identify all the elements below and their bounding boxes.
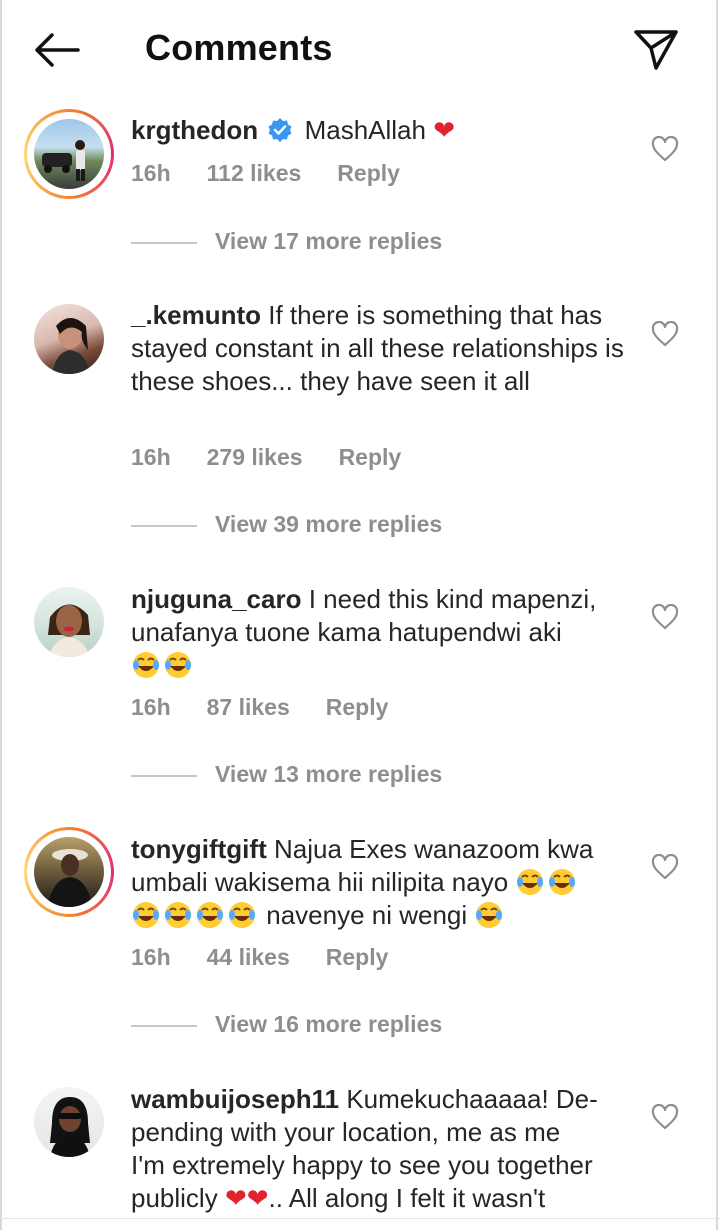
comment-username[interactable]: krgthedon xyxy=(131,115,258,145)
comment-time: 16h xyxy=(131,160,171,186)
heart-outline-icon[interactable] xyxy=(651,854,679,880)
verified-badge-icon xyxy=(268,118,292,142)
view-replies-label[interactable]: View 17 more replies xyxy=(215,228,442,255)
comment-text: Kumekuchaaaaa! De- xyxy=(346,1084,598,1114)
tears-of-joy-emoji-icon xyxy=(197,902,223,928)
header: Comments xyxy=(0,0,720,98)
page-title: Comments xyxy=(145,27,333,68)
comment-username[interactable]: njuguna_caro xyxy=(131,584,301,614)
comment-time: 16h xyxy=(131,944,171,970)
reply-button[interactable]: Reply xyxy=(339,444,402,470)
heart-emoji-icon: ❤ xyxy=(433,115,456,145)
avatar xyxy=(34,837,104,907)
view-replies-label[interactable]: View 39 more replies xyxy=(215,511,442,538)
heart-emoji-icon: ❤ xyxy=(224,1183,247,1213)
comment-text-continued: navenye ni wengi xyxy=(266,900,468,930)
comment-likes[interactable]: 44 likes xyxy=(207,944,290,970)
heart-outline-icon[interactable] xyxy=(651,1104,679,1130)
comment-text: pending with your location, me as me xyxy=(131,1117,561,1147)
divider-line xyxy=(131,775,197,777)
avatar[interactable] xyxy=(34,1087,104,1157)
comment-text: publicly xyxy=(131,1183,218,1213)
heart-outline-icon[interactable] xyxy=(651,604,679,630)
reply-button[interactable]: Reply xyxy=(337,160,400,186)
reply-button[interactable]: Reply xyxy=(326,694,389,720)
avatar[interactable] xyxy=(34,587,104,657)
comment-time: 16h xyxy=(131,444,171,470)
comment-likes[interactable]: 112 likes xyxy=(207,160,302,186)
avatar[interactable] xyxy=(34,304,104,374)
reply-button[interactable]: Reply xyxy=(326,944,389,970)
tears-of-joy-emoji-icon xyxy=(517,869,544,895)
view-replies-label[interactable]: View 13 more replies xyxy=(215,761,442,788)
comment-username[interactable]: _.kemunto xyxy=(131,300,261,330)
divider-line xyxy=(131,242,197,244)
avatar xyxy=(34,119,104,189)
tears-of-joy-emoji-icon xyxy=(165,652,191,678)
story-ring[interactable] xyxy=(24,109,114,199)
divider-line xyxy=(131,1025,197,1027)
tears-of-joy-emoji-icon xyxy=(549,869,576,895)
tears-of-joy-emoji-icon xyxy=(476,902,503,928)
view-replies-label[interactable]: View 16 more replies xyxy=(215,1011,442,1038)
comment-text: MashAllah xyxy=(304,115,426,145)
heart-outline-icon[interactable] xyxy=(651,136,679,162)
divider-line xyxy=(131,525,197,527)
tears-of-joy-emoji-icon xyxy=(165,902,191,928)
tears-of-joy-emoji-icon xyxy=(133,902,159,928)
comment-username[interactable]: wambuijoseph11 xyxy=(131,1084,339,1114)
comment-likes[interactable]: 87 likes xyxy=(207,694,290,720)
comment-time: 16h xyxy=(131,694,171,720)
tears-of-joy-emoji-icon xyxy=(133,652,159,678)
story-ring[interactable] xyxy=(24,827,114,917)
comment-text: .. All along I felt it wasn't xyxy=(268,1183,546,1213)
bottom-divider xyxy=(0,1218,720,1219)
comment-username[interactable]: tonygiftgift xyxy=(131,834,267,864)
heart-outline-icon[interactable] xyxy=(651,321,679,347)
tears-of-joy-emoji-icon xyxy=(229,902,255,928)
comment-likes[interactable]: 279 likes xyxy=(207,444,303,470)
comment-text: I'm extremely happy to see you together xyxy=(131,1150,593,1180)
paper-plane-icon[interactable] xyxy=(632,26,680,72)
heart-emoji-icon: ❤ xyxy=(246,1183,269,1213)
arrow-left-icon[interactable] xyxy=(32,30,82,70)
